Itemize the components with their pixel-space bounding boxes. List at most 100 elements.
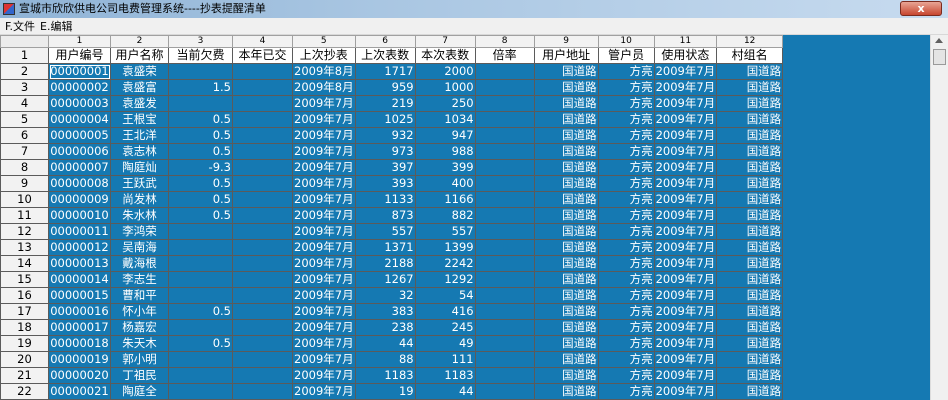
cell-debt[interactable]: 0.5 xyxy=(168,335,233,352)
cell-name[interactable]: 袁盛发 xyxy=(110,95,169,112)
row-number[interactable]: 8 xyxy=(0,159,49,176)
cell-prev[interactable]: 219 xyxy=(354,95,416,112)
column-header[interactable]: 用户地址 xyxy=(533,47,599,64)
cell-paid[interactable] xyxy=(232,127,293,144)
cell-name[interactable]: 李志生 xyxy=(110,271,169,288)
cell-addr[interactable]: 国道路 xyxy=(533,95,599,112)
cell-mgr[interactable]: 方亮 xyxy=(597,303,655,320)
cell-id[interactable]: 00000002 xyxy=(48,79,111,96)
cell-rate[interactable] xyxy=(474,79,535,96)
column-number[interactable]: 5 xyxy=(292,35,356,48)
cell-last[interactable]: 2009年7月 xyxy=(292,175,356,192)
cell-mgr[interactable]: 方亮 xyxy=(597,111,655,128)
cell-debt[interactable] xyxy=(168,287,233,304)
cell-village[interactable]: 国道路 xyxy=(716,271,784,288)
cell-mgr[interactable]: 方亮 xyxy=(597,319,655,336)
cell-paid[interactable] xyxy=(232,255,293,272)
cell-addr[interactable]: 国道路 xyxy=(533,111,599,128)
row-number[interactable]: 11 xyxy=(0,207,49,224)
cell-village[interactable]: 国道路 xyxy=(716,175,784,192)
cell-id[interactable]: 00000017 xyxy=(48,319,111,336)
cell-village[interactable]: 国道路 xyxy=(716,367,784,384)
cell-rate[interactable] xyxy=(474,191,535,208)
cell-id[interactable]: 00000015 xyxy=(48,287,111,304)
cell-rate[interactable] xyxy=(474,303,535,320)
table-row[interactable]: 20 00000019 郭小明 2009年7月 88 111 国道路 方亮 2009年7月 国道路 xyxy=(0,351,784,368)
cell-status[interactable]: 2009年7月 xyxy=(653,303,718,320)
cell-name[interactable]: 王跃武 xyxy=(110,175,169,192)
cell-rate[interactable] xyxy=(474,95,535,112)
cell-id[interactable]: 00000006 xyxy=(48,143,111,160)
cell-paid[interactable] xyxy=(232,271,293,288)
cell-paid[interactable] xyxy=(232,303,293,320)
table-row[interactable]: 16 00000015 曹和平 2009年7月 32 54 国道路 方亮 2009年7月 国道路 xyxy=(0,287,784,304)
cell-last[interactable]: 2009年7月 xyxy=(292,383,356,400)
table-row[interactable]: 21 00000020 丁祖民 2009年7月 1183 1183 国道路 方亮 2009年7月… xyxy=(0,367,784,384)
cell-id[interactable]: 00000012 xyxy=(48,239,111,256)
column-number[interactable]: 3 xyxy=(168,35,233,48)
row-number[interactable]: 9 xyxy=(0,175,49,192)
cell-paid[interactable] xyxy=(232,79,293,96)
cell-rate[interactable] xyxy=(474,143,535,160)
cell-debt[interactable] xyxy=(168,239,233,256)
column-header[interactable]: 村组名 xyxy=(716,47,784,64)
table-row[interactable]: 5 00000004 王根宝 0.5 2009年7月 1025 1034 国道路 方亮 2009年… xyxy=(0,111,784,128)
cell-mgr[interactable]: 方亮 xyxy=(597,191,655,208)
cell-rate[interactable] xyxy=(474,271,535,288)
cell-addr[interactable]: 国道路 xyxy=(533,79,599,96)
cell-prev[interactable]: 1371 xyxy=(354,239,416,256)
cell-curr[interactable]: 2242 xyxy=(414,255,476,272)
row-number[interactable]: 1 xyxy=(0,47,49,64)
cell-name[interactable]: 袁志林 xyxy=(110,143,169,160)
table-row[interactable]: 10 00000009 尚发林 0.5 2009年7月 1133 1166 国道路 方亮 2009… xyxy=(0,191,784,208)
cell-paid[interactable] xyxy=(232,95,293,112)
cell-mgr[interactable]: 方亮 xyxy=(597,127,655,144)
cell-status[interactable]: 2009年7月 xyxy=(653,367,718,384)
cell-rate[interactable] xyxy=(474,63,535,80)
cell-id[interactable]: 00000009 xyxy=(48,191,111,208)
cell-debt[interactable] xyxy=(168,351,233,368)
cell-name[interactable]: 王北洋 xyxy=(110,127,169,144)
table-row[interactable]: 3 00000002 袁盛富 1.5 2009年8月 959 1000 国道路 方亮 2009年7… xyxy=(0,79,784,96)
data-grid-area[interactable]: 1 2 3 4 5 6 7 8 9 10 11 12 1 用户编号 用户名称 当前欠费 本年已交 上次抄表 上次表数… xyxy=(0,35,930,400)
cell-last[interactable]: 2009年7月 xyxy=(292,335,356,352)
cell-addr[interactable]: 国道路 xyxy=(533,175,599,192)
cell-mgr[interactable]: 方亮 xyxy=(597,175,655,192)
table-row[interactable]: 17 00000016 怀小年 0.5 2009年7月 383 416 国道路 方亮 2009年7… xyxy=(0,303,784,320)
cell-name[interactable]: 袁盛荣 xyxy=(110,63,169,80)
cell-prev[interactable]: 1717 xyxy=(354,63,416,80)
cell-village[interactable]: 国道路 xyxy=(716,207,784,224)
cell-id[interactable]: 00000001 xyxy=(48,63,111,80)
cell-debt[interactable]: 0.5 xyxy=(168,191,233,208)
cell-rate[interactable] xyxy=(474,207,535,224)
cell-paid[interactable] xyxy=(232,63,293,80)
cell-status[interactable]: 2009年7月 xyxy=(653,239,718,256)
cell-last[interactable]: 2009年8月 xyxy=(292,79,356,96)
cell-status[interactable]: 2009年7月 xyxy=(653,143,718,160)
cell-debt[interactable]: 0.5 xyxy=(168,127,233,144)
cell-village[interactable]: 国道路 xyxy=(716,111,784,128)
cell-village[interactable]: 国道路 xyxy=(716,127,784,144)
cell-id[interactable]: 00000003 xyxy=(48,95,111,112)
cell-debt[interactable]: 0.5 xyxy=(168,303,233,320)
cell-debt[interactable] xyxy=(168,367,233,384)
scroll-thumb[interactable] xyxy=(933,49,946,65)
row-number[interactable]: 12 xyxy=(0,223,49,240)
column-number[interactable]: 12 xyxy=(716,35,784,48)
scroll-up-icon[interactable] xyxy=(935,38,943,43)
vertical-scrollbar[interactable] xyxy=(930,35,948,400)
cell-id[interactable]: 00000008 xyxy=(48,175,111,192)
cell-village[interactable]: 国道路 xyxy=(716,335,784,352)
column-header[interactable]: 上次抄表 xyxy=(292,47,356,64)
cell-village[interactable]: 国道路 xyxy=(716,239,784,256)
cell-status[interactable]: 2009年7月 xyxy=(653,319,718,336)
cell-last[interactable]: 2009年7月 xyxy=(292,207,356,224)
cell-prev[interactable]: 19 xyxy=(354,383,416,400)
cell-curr[interactable]: 1292 xyxy=(414,271,476,288)
column-header[interactable]: 用户编号 xyxy=(48,47,111,64)
cell-curr[interactable]: 111 xyxy=(414,351,476,368)
row-number[interactable]: 19 xyxy=(0,335,49,352)
cell-curr[interactable]: 1166 xyxy=(414,191,476,208)
cell-id[interactable]: 00000010 xyxy=(48,207,111,224)
menu-edit[interactable]: E.编辑 xyxy=(40,20,72,33)
